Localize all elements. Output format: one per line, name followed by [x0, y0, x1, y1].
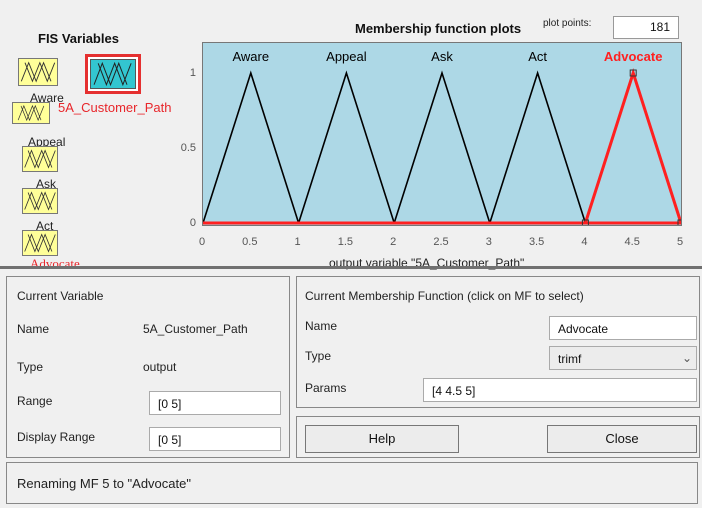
x-tick-label: 4 [581, 236, 587, 248]
current-mf-panel: Current Membership Function (click on MF… [296, 276, 700, 408]
variable-type-value: output [143, 360, 177, 374]
mf-curve-appeal[interactable] [297, 70, 395, 224]
current-variable-panel: Current Variable Name 5A_Customer_Path T… [6, 276, 290, 458]
mf-type-select[interactable]: trimf ⌄ [549, 346, 697, 370]
range-input[interactable]: [0 5] [149, 391, 281, 415]
plot-canvas[interactable]: Aware Appeal Ask Act Advocate [203, 43, 681, 225]
mf-type-value: trimf [558, 352, 582, 366]
advocate-label: Advocate [30, 256, 80, 271]
mf-name-input[interactable]: Advocate [549, 316, 697, 340]
x-tick-label: 0 [199, 236, 205, 248]
input-variable-box-aware[interactable] [18, 58, 58, 86]
input-variable-box-aware-2[interactable] [12, 102, 50, 124]
x-tick-label: 2.5 [433, 236, 448, 248]
mf-glyph-icon [24, 149, 56, 169]
x-tick-label: 1 [295, 236, 301, 248]
mf-name-label: Name [305, 319, 338, 333]
y-tick-label: 1 [190, 67, 196, 79]
input-variable-box-ask[interactable] [22, 188, 58, 214]
display-range-input[interactable]: [0 5] [149, 427, 281, 451]
mf-label-ask[interactable]: Ask [431, 49, 453, 64]
input-variable-box-act[interactable] [22, 230, 58, 256]
mf-type-label: Type [305, 349, 332, 363]
name-label: Name [17, 322, 50, 336]
range-label: Range [17, 394, 53, 408]
close-button[interactable]: Close [547, 425, 697, 453]
mf-label-appeal[interactable]: Appeal [326, 49, 367, 64]
x-tick-label: 0.5 [242, 236, 257, 248]
mf-curve-act[interactable] [489, 70, 587, 224]
help-button[interactable]: Help [305, 425, 459, 453]
y-tick-label: 0.5 [181, 142, 196, 154]
mf-curve-advocate[interactable] [583, 68, 681, 224]
x-tick-label: 4.5 [625, 236, 640, 248]
mf-label-act[interactable]: Act [528, 49, 547, 64]
output-variable-box[interactable] [85, 54, 141, 94]
current-variable-title: Current Variable [17, 289, 104, 303]
chevron-down-icon: ⌄ [681, 351, 692, 365]
x-tick-label: 1.5 [338, 236, 353, 248]
mf-glyph-icon [24, 191, 56, 211]
params-input[interactable]: [4 4.5 5] [423, 378, 697, 402]
mf-label-advocate[interactable]: Advocate [604, 49, 663, 64]
y-tick-label: 0 [190, 217, 196, 229]
x-tick-label: 2 [390, 236, 396, 248]
params-label: Params [305, 381, 347, 395]
mf-glyph-icon [93, 61, 132, 87]
mf-curve-aware[interactable] [203, 70, 300, 224]
buttons-panel: Help Close [296, 416, 700, 458]
x-tick-label: 5 [677, 236, 683, 248]
current-mf-title: Current Membership Function (click on MF… [305, 289, 584, 303]
input-variable-box-appeal[interactable] [22, 146, 58, 172]
plot-points-input[interactable]: 181 [613, 16, 679, 39]
membership-function-plot[interactable]: Aware Appeal Ask Act Advocate [202, 42, 682, 226]
x-tick-label: 3 [486, 236, 492, 248]
mf-glyph-icon [24, 233, 56, 253]
output-variable-label: 5A_Customer_Path [58, 100, 172, 115]
status-text: Renaming MF 5 to "Advocate" [17, 476, 191, 491]
display-range-label: Display Range [17, 430, 96, 444]
mf-curve-ask[interactable] [393, 70, 491, 224]
status-bar: Renaming MF 5 to "Advocate" [6, 462, 698, 504]
plot-title: Membership function plots [355, 21, 522, 36]
type-label: Type [17, 360, 44, 374]
variable-name-value: 5A_Customer_Path [143, 322, 248, 336]
mf-glyph-icon [20, 61, 56, 83]
plot-points-label: plot points: [543, 18, 592, 29]
fis-variables-title: FIS Variables [38, 31, 119, 46]
section-divider [0, 266, 702, 269]
mf-glyph-icon [17, 104, 45, 122]
x-tick-label: 3.5 [529, 236, 544, 248]
mf-label-aware[interactable]: Aware [232, 49, 269, 64]
top-area: FIS Variables Aware Appeal Ask Act 5A_Cu… [0, 0, 702, 271]
